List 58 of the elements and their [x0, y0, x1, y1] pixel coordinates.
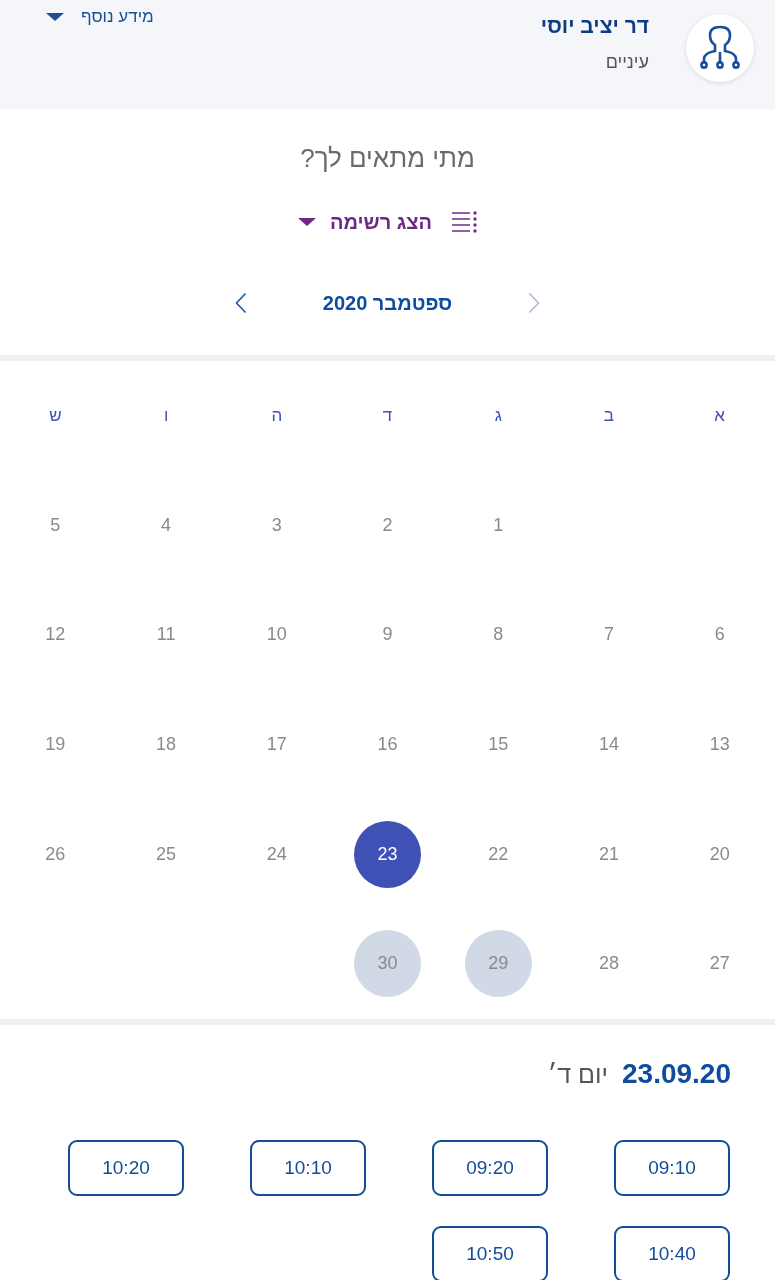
calendar-day[interactable]: 22 — [464, 820, 532, 888]
weekday-label: א — [714, 405, 725, 426]
weekday-label: ג — [494, 405, 502, 426]
question-heading: מתי מתאים לך? — [300, 142, 475, 175]
calendar-day[interactable]: 12 — [21, 601, 89, 669]
calendar-day[interactable]: 9 — [354, 601, 421, 669]
calendar-day[interactable]: 10 — [243, 601, 311, 669]
calendar-day[interactable]: 26 — [21, 820, 89, 888]
calendar-day[interactable]: 18 — [132, 711, 200, 779]
calendar-day[interactable]: 27 — [686, 930, 754, 998]
time-slot-button[interactable]: 10:20 — [68, 1139, 184, 1196]
head-outline-icon — [686, 14, 754, 82]
chevron-right-icon — [528, 292, 541, 314]
calendar-day[interactable]: 30 — [354, 930, 421, 998]
calendar-day[interactable]: 16 — [354, 711, 421, 779]
weekday-label: ד — [382, 405, 393, 426]
weekday-label: ה — [271, 405, 283, 426]
selected-weekday: יום ד׳ — [547, 1058, 608, 1090]
calendar-day[interactable]: 28 — [575, 930, 643, 998]
calendar-day[interactable]: 23 — [354, 820, 421, 888]
doctor-name: דר יציב יוסי — [540, 13, 649, 39]
calendar-day[interactable]: 21 — [575, 820, 643, 888]
doctor-specialty: עיניים — [605, 51, 649, 74]
show-list-button[interactable]: הצג רשימה — [297, 207, 478, 237]
caret-down-icon — [297, 218, 316, 226]
calendar-day[interactable]: 11 — [132, 601, 200, 669]
chevron-left-icon — [234, 292, 247, 314]
more-info-button[interactable]: מידע נוסף — [46, 6, 154, 28]
calendar-day[interactable]: 7 — [575, 601, 643, 669]
time-slot-button[interactable]: 09:20 — [432, 1139, 548, 1196]
calendar-day[interactable]: 8 — [464, 601, 532, 669]
calendar-day[interactable]: 14 — [575, 711, 643, 779]
calendar-day[interactable]: 13 — [686, 711, 754, 779]
calendar-day[interactable]: 5 — [21, 491, 89, 559]
calendar-day[interactable]: 3 — [243, 491, 311, 559]
selected-date: 23.09.20 — [622, 1056, 731, 1091]
calendar-day[interactable]: 25 — [132, 820, 200, 888]
next-month-button[interactable] — [234, 292, 247, 314]
calendar-day[interactable]: 2 — [354, 491, 421, 559]
calendar-day[interactable]: 15 — [464, 711, 532, 779]
calendar-day[interactable]: 1 — [464, 491, 532, 559]
calendar-day[interactable]: 19 — [21, 711, 89, 779]
time-slot-button[interactable]: 09:10 — [614, 1139, 730, 1196]
time-slot-button[interactable]: 10:50 — [432, 1225, 548, 1280]
time-slot-button[interactable]: 10:40 — [614, 1225, 730, 1280]
list-icon — [452, 211, 478, 233]
caret-down-icon — [46, 13, 64, 21]
calendar-day[interactable]: 20 — [686, 820, 754, 888]
time-slot-button[interactable]: 10:10 — [250, 1139, 366, 1196]
weekday-label: ש — [49, 405, 62, 426]
weekday-label: ב — [603, 405, 615, 426]
weekday-label: ו — [163, 405, 169, 426]
calendar-day[interactable]: 24 — [243, 820, 311, 888]
calendar-day[interactable]: 29 — [464, 930, 532, 998]
calendar-day[interactable]: 4 — [132, 491, 200, 559]
month-title: ספטמבר 2020 — [322, 291, 453, 316]
calendar-day[interactable]: 17 — [243, 711, 311, 779]
calendar-day[interactable]: 6 — [686, 601, 754, 669]
